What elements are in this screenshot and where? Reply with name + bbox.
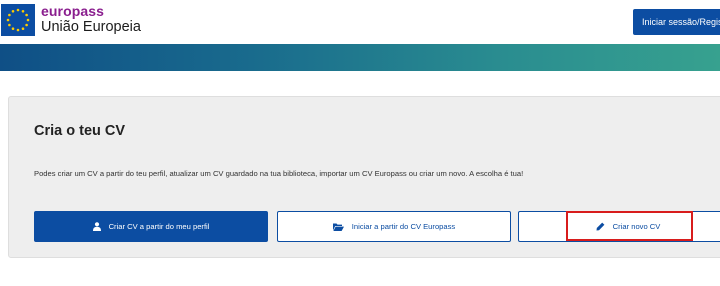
start-from-europass-label: Iniciar a partir do CV Europass: [351, 222, 456, 231]
create-from-profile-label: Criar CV a partir do meu perfil: [108, 222, 210, 231]
card-title: Cria o teu CV: [34, 123, 126, 139]
pencil-icon: [596, 222, 605, 231]
card-description: Podes criar um CV a partir do teu perfil…: [34, 169, 524, 178]
login-button[interactable]: Iniciar sessão/Regis: [633, 9, 720, 35]
site-header: europass União Europeia Iniciar sessão/R…: [0, 0, 720, 44]
brand-name: europass: [41, 3, 105, 19]
user-icon: [92, 222, 101, 231]
create-cv-card: Cria o teu CV Podes criar um CV a partir…: [8, 96, 720, 258]
brand-subtitle: União Europeia: [41, 19, 141, 35]
start-from-europass-button[interactable]: Iniciar a partir do CV Europass: [277, 211, 511, 242]
create-new-cv-label: Criar novo CV: [612, 222, 661, 231]
eu-flag-icon[interactable]: [1, 4, 35, 36]
gradient-banner: [0, 44, 720, 71]
folder-open-icon: [332, 223, 344, 231]
brand-logo[interactable]: europass União Europeia: [41, 4, 141, 35]
create-new-cv-button[interactable]: Criar novo CV: [518, 211, 720, 242]
create-from-profile-button[interactable]: Criar CV a partir do meu perfil: [34, 211, 268, 242]
